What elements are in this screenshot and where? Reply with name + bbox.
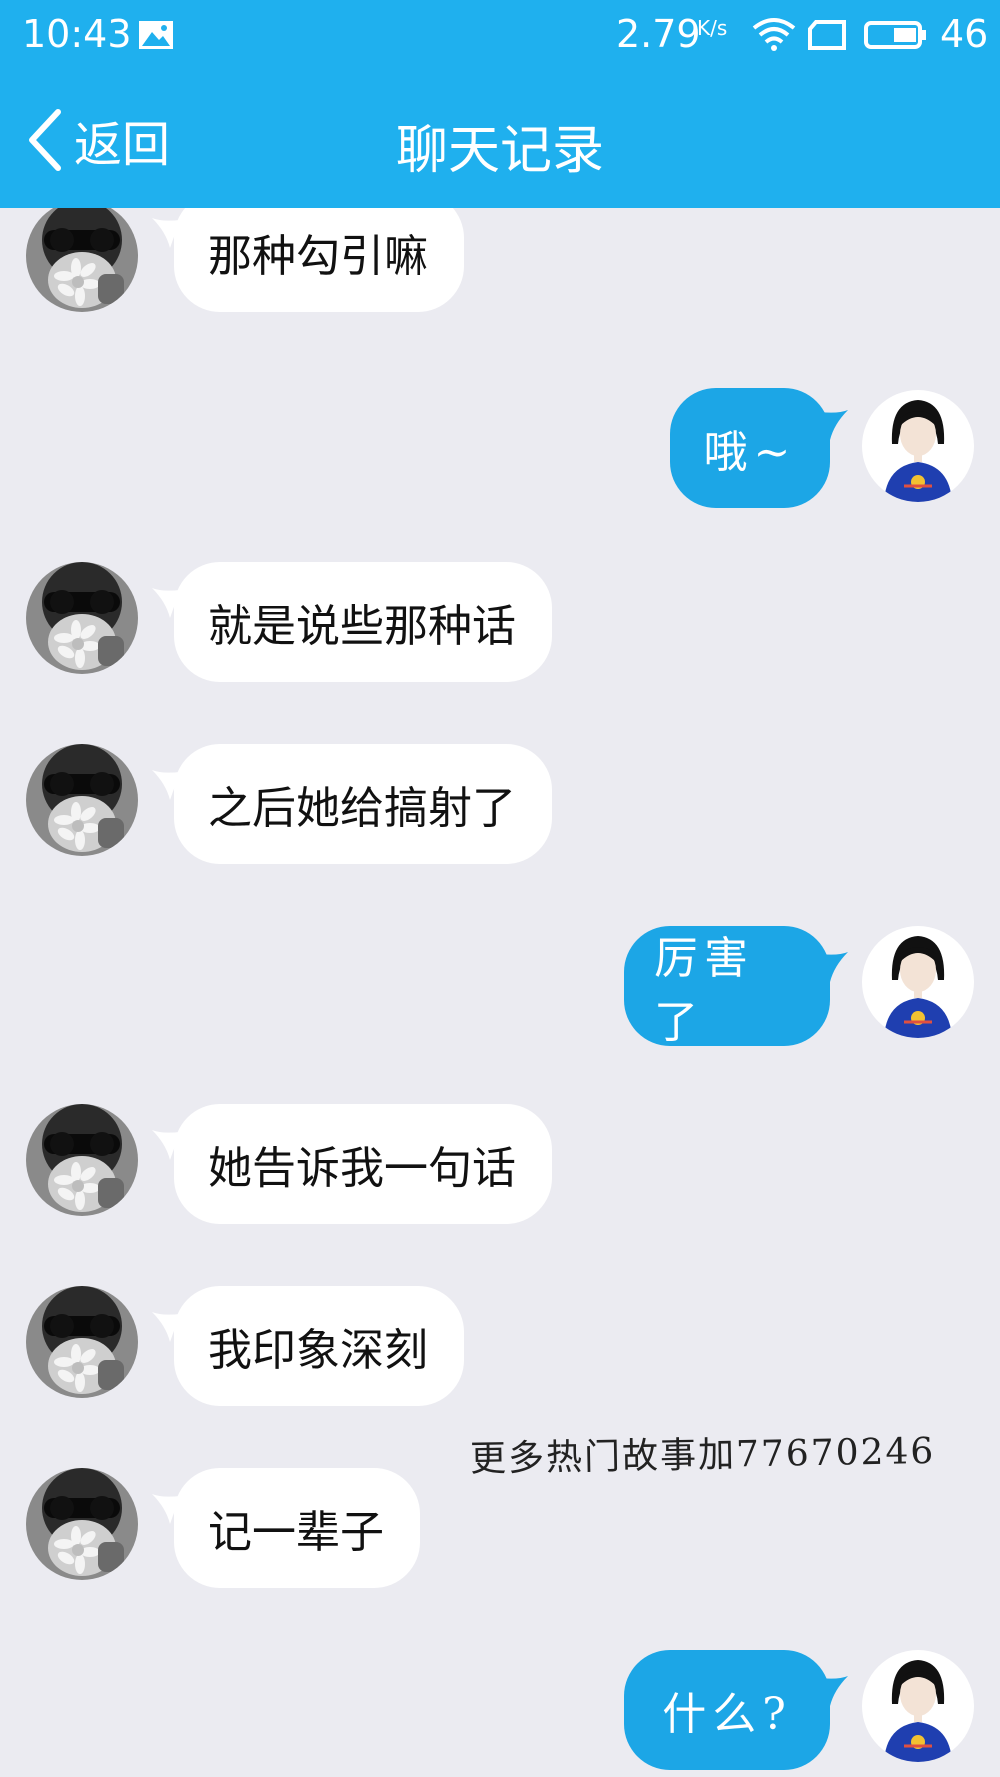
message-bubble[interactable]: 我印象深刻 <box>174 1286 464 1406</box>
message-incoming: 之后她给搞射了 <box>0 744 1000 884</box>
message-text: 就是说些那种话 <box>208 601 516 652</box>
message-outgoing: 什么? <box>0 1650 1000 1777</box>
message-bubble[interactable]: 她告诉我一句话 <box>174 1104 552 1224</box>
message-text: 什么? <box>662 1689 792 1740</box>
message-bubble[interactable]: 之后她给搞射了 <box>174 744 552 864</box>
net-speed-unit: K/s <box>697 16 728 40</box>
message-text: 她告诉我一句话 <box>208 1143 516 1194</box>
message-bubble[interactable]: 那种勾引嘛 <box>174 208 464 312</box>
contact-avatar[interactable] <box>26 1286 138 1398</box>
message-incoming: 我印象深刻 <box>0 1286 1000 1426</box>
network-type: 46 <box>940 12 989 56</box>
title-bar: 返回 聊天记录 <box>0 72 1000 208</box>
my-avatar-image <box>862 1650 974 1762</box>
net-speed: 2.79 <box>616 12 701 56</box>
contact-avatar-image <box>26 1468 138 1580</box>
message-text: 哦~ <box>703 427 797 478</box>
message-incoming: 记一辈子 <box>0 1468 1000 1608</box>
message-text: 厉害了 <box>654 933 754 1048</box>
my-avatar-image <box>862 390 974 502</box>
message-text: 记一辈子 <box>208 1507 384 1558</box>
message-bubble[interactable]: 什么? <box>624 1650 830 1770</box>
chat-list[interactable]: 那种勾引嘛 哦~ 就是说些那种话 之后她给搞射了 厉害了 她告诉我一句话 我印象… <box>0 208 1000 1777</box>
wifi-icon <box>752 18 796 51</box>
my-avatar-image <box>862 926 974 1038</box>
message-bubble[interactable]: 记一辈子 <box>174 1468 420 1588</box>
contact-avatar-image <box>26 1104 138 1216</box>
contact-avatar[interactable] <box>26 1104 138 1216</box>
battery-icon <box>864 21 926 49</box>
my-avatar[interactable] <box>862 926 974 1038</box>
contact-avatar[interactable] <box>26 744 138 856</box>
my-avatar[interactable] <box>862 390 974 502</box>
image-icon <box>139 21 173 49</box>
page-title: 聊天记录 <box>395 121 604 181</box>
contact-avatar[interactable] <box>26 1468 138 1580</box>
message-text: 我印象深刻 <box>208 1325 428 1376</box>
status-bar: 10:43 2.79 K/s 46 <box>0 0 1000 72</box>
message-incoming: 就是说些那种话 <box>0 562 1000 702</box>
message-incoming: 她告诉我一句话 <box>0 1104 1000 1244</box>
contact-avatar[interactable] <box>26 208 138 312</box>
message-text: 之后她给搞射了 <box>208 783 516 834</box>
message-text: 那种勾引嘛 <box>208 231 428 282</box>
contact-avatar-image <box>26 1286 138 1398</box>
message-bubble[interactable]: 哦~ <box>670 388 830 508</box>
contact-avatar[interactable] <box>26 562 138 674</box>
status-time: 10:43 <box>22 12 132 56</box>
message-incoming: 那种勾引嘛 <box>0 208 1000 332</box>
message-bubble[interactable]: 就是说些那种话 <box>174 562 552 682</box>
contact-avatar-image <box>26 744 138 856</box>
contact-avatar-image <box>26 208 138 312</box>
contact-avatar-image <box>26 562 138 674</box>
sim-icon <box>808 20 846 50</box>
message-bubble[interactable]: 厉害了 <box>624 926 830 1048</box>
message-outgoing: 厉害了 <box>0 926 1000 1066</box>
message-outgoing: 哦~ <box>0 384 1000 524</box>
my-avatar[interactable] <box>862 1650 974 1762</box>
